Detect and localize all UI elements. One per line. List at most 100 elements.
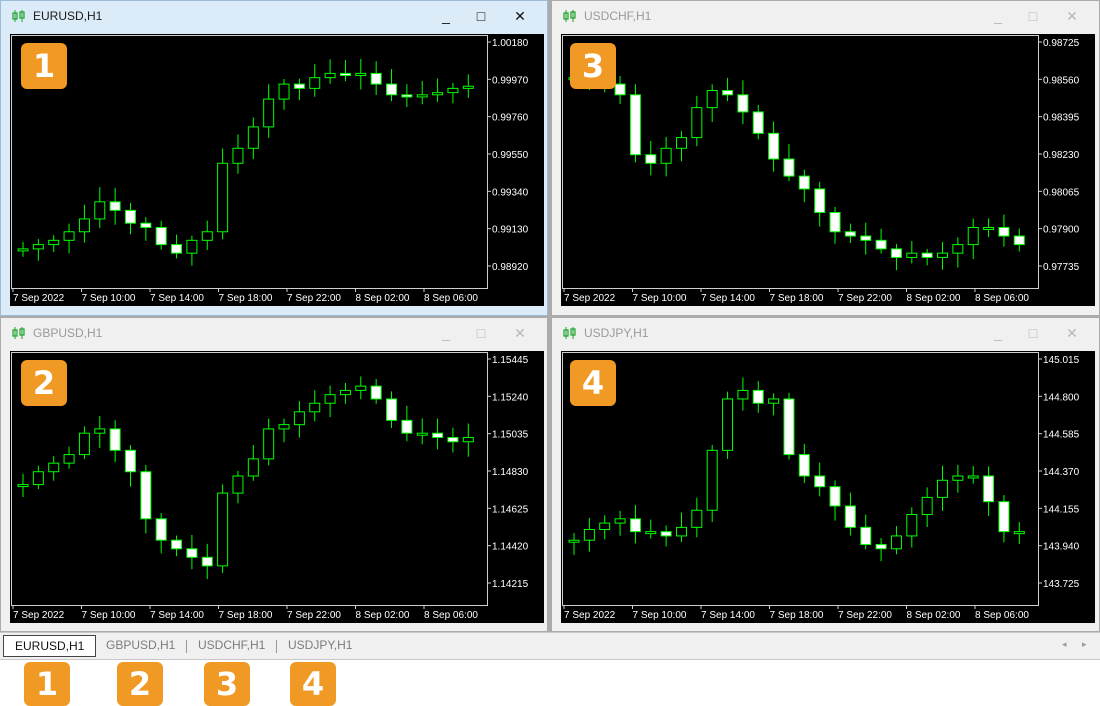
candle-body-up [278,83,290,100]
close-button[interactable]: ✕ [509,323,531,343]
price-chart[interactable]: 1.15445 1.15240 1.15035 1.14830 1.14625 1.144… [10,351,544,623]
chart-window-gbpusd[interactable]: GBPUSD,H1 _ □ ✕ 1.15445 1.15240 1.15035 1.1… [0,317,548,632]
window-titlebar[interactable]: EURUSD,H1 _ □ ✕ [1,1,547,31]
maximize-button[interactable]: □ [1022,323,1044,343]
candle-body-up [78,432,90,456]
price-axis-label: 0.98395 [1043,113,1080,124]
candle-body-up [906,252,918,258]
chart-canvas[interactable]: 0.98725 0.98560 0.98395 0.98230 0.98065 0.979… [561,34,1095,306]
window-number-badge: 1 [21,43,67,89]
window-titlebar[interactable]: GBPUSD,H1 _ □ ✕ [1,318,547,348]
price-axis-label: 0.99130 [492,225,529,236]
candle-body-down [660,531,672,537]
candle-body-down [186,548,198,558]
scroll-left-icon[interactable]: ◂ [1062,639,1067,650]
tab-eurusd[interactable]: EURUSD,H1 [3,635,97,657]
time-axis-label: 7 Sep 18:00 [219,293,273,304]
candle-body-up [462,85,474,89]
time-axis-label: 7 Sep 22:00 [838,293,892,304]
chart-workspace: EURUSD,H1 _ □ ✕ 1.00180 0.99970 0.99760 0.9… [0,0,1100,632]
price-axis-label: 145.015 [1043,355,1080,366]
tab-gbpusd[interactable]: GBPUSD,H1 [106,638,175,652]
close-button[interactable]: ✕ [1061,6,1083,26]
chart-canvas[interactable]: 1.15445 1.15240 1.15035 1.14830 1.14625 1.144… [10,351,544,623]
chart-canvas[interactable]: 145.015 144.800 144.585 144.370 144.155 143.9… [561,351,1095,623]
minimize-button[interactable]: _ [435,323,457,343]
candle-body-down [124,209,136,224]
candle-body-down [998,501,1010,533]
window-number-badge: 3 [570,43,616,89]
time-axis-label: 8 Sep 06:00 [424,293,478,304]
price-chart[interactable]: 0.98725 0.98560 0.98395 0.98230 0.98065 0.979… [561,34,1095,306]
minimize-button[interactable]: _ [435,6,457,26]
candle-body-down [860,235,872,241]
tab-usdjpy[interactable]: USDJPY,H1 [288,638,352,652]
price-axis-label: 1.15035 [492,430,529,441]
price-axis-label: 144.370 [1043,467,1080,478]
chart-window-eurusd[interactable]: EURUSD,H1 _ □ ✕ 1.00180 0.99970 0.99760 0.9… [0,0,548,316]
candle-body-up [706,90,718,109]
candle-body-up [691,509,703,528]
candle-body-down [124,449,136,473]
candle-body-up [247,126,259,149]
tab-number-badge: 4 [290,662,336,706]
time-axis-label: 7 Sep 22:00 [287,293,341,304]
candle-body-down [171,539,183,550]
price-chart[interactable]: 1.00180 0.99970 0.99760 0.99550 0.99340 0.991… [10,34,544,306]
candle-body-up [568,539,580,543]
candle-body-down [875,239,887,250]
scroll-right-icon[interactable]: ▸ [1082,639,1087,650]
chart-window-usdjpy[interactable]: USDJPY,H1 _ □ ✕ 145.015 144.800 144.585 144… [551,317,1100,632]
candlestick-chart-icon [12,10,25,22]
candle-body-up [952,475,964,481]
chart-canvas[interactable]: 1.00180 0.99970 0.99760 0.99550 0.99340 0.991… [10,34,544,306]
price-axis-label: 1.14215 [492,579,529,590]
time-axis-label: 8 Sep 02:00 [907,293,961,304]
candle-body-up [675,137,687,149]
candle-body-down [386,398,398,421]
maximize-button[interactable]: □ [470,323,492,343]
price-axis-label: 0.98065 [1043,187,1080,198]
chart-background [561,351,1095,623]
time-axis-label: 8 Sep 06:00 [975,610,1029,621]
candle-body-up [937,252,949,258]
candle-body-up [324,394,336,404]
candle-body-up [737,389,749,400]
candle-body-up [247,458,259,477]
minimize-button[interactable]: _ [987,323,1009,343]
candle-body-down [171,244,183,254]
candle-body-up [186,239,198,254]
candle-body-up [48,462,60,473]
candle-body-up [432,92,444,96]
candle-body-down [798,175,810,190]
candlestick-chart-icon [563,10,576,22]
price-axis-label: 1.00180 [492,38,529,49]
price-chart[interactable]: 145.015 144.800 144.585 144.370 144.155 143.9… [561,351,1095,623]
maximize-button[interactable]: □ [1022,6,1044,26]
price-axis-label: 0.98725 [1043,38,1080,49]
chart-window-usdchf[interactable]: USDCHF,H1 _ □ ✕ 0.98725 0.98560 0.98395 0.9… [551,0,1100,316]
window-titlebar[interactable]: USDJPY,H1 _ □ ✕ [552,318,1099,348]
tab-usdchf[interactable]: USDCHF,H1 [198,638,265,652]
window-titlebar[interactable]: USDCHF,H1 _ □ ✕ [552,1,1099,31]
maximize-button[interactable]: □ [470,6,492,26]
time-axis-label: 8 Sep 02:00 [907,610,961,621]
close-button[interactable]: ✕ [1061,323,1083,343]
candle-body-up [967,226,979,246]
chart-background [561,34,1095,306]
candle-body-down [140,471,152,520]
minimize-button[interactable]: _ [987,6,1009,26]
candle-body-up [355,72,367,77]
close-button[interactable]: ✕ [509,6,531,26]
price-axis-label: 0.97735 [1043,262,1080,273]
time-axis-label: 7 Sep 18:00 [770,293,824,304]
candle-body-down [829,486,841,507]
candle-body-down [1013,235,1025,246]
candle-body-down [844,505,856,528]
candle-body-up [263,98,275,128]
candle-body-down [447,436,459,443]
candlestick [629,84,641,163]
candle-body-down [875,543,887,550]
candle-body-up [201,231,213,241]
time-axis-label: 8 Sep 02:00 [356,293,410,304]
